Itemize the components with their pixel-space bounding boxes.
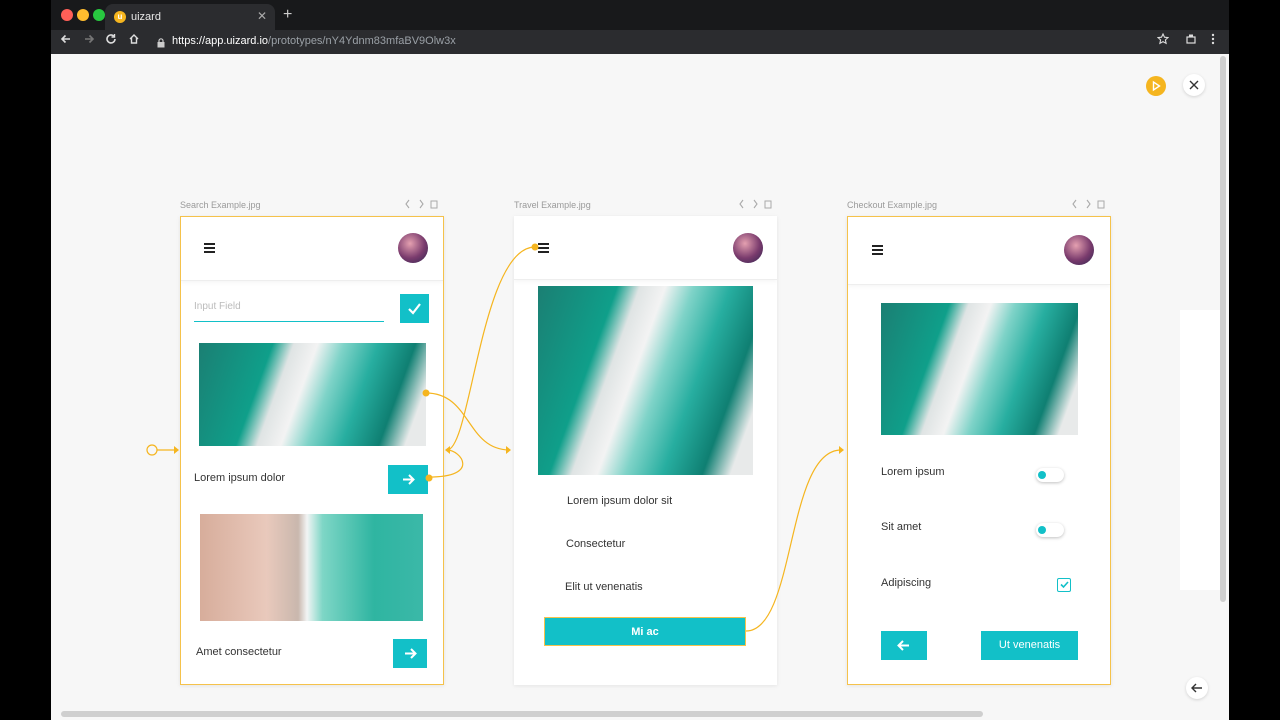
- minimize-window-button[interactable]: [77, 9, 89, 21]
- tab-strip: u uizard ✕ +: [51, 0, 1229, 30]
- back-button[interactable]: [881, 631, 927, 660]
- tab-title: uizard: [131, 11, 161, 23]
- frame-tools: [1072, 199, 1106, 212]
- input-field-placeholder: Input Field: [194, 301, 241, 312]
- url-host: https://app.uizard.io: [172, 35, 269, 47]
- arrow-left-icon: [897, 640, 909, 651]
- back-arrow-icon[interactable]: [60, 33, 72, 48]
- list-item[interactable]: Lorem ipsum dolor sit: [567, 495, 672, 507]
- url-path: /prototypes/nY4Ydnm83mfaBV9Olw3x: [268, 35, 456, 47]
- checkbox-label: Adipiscing: [881, 577, 932, 589]
- submit-button[interactable]: [400, 294, 429, 323]
- item-label: Amet consectetur: [196, 646, 282, 658]
- browser-tab[interactable]: u uizard ✕: [105, 4, 275, 30]
- close-prototype-button[interactable]: [1183, 74, 1205, 96]
- ut-venenatis-button[interactable]: Ut venenatis: [981, 631, 1078, 660]
- navigation-bar: https://app.uizard.io/prototypes/nY4Ydnm…: [51, 30, 1229, 54]
- frame-travel-example[interactable]: Lorem ipsum dolor sit Consectetur Elit u…: [514, 216, 777, 685]
- play-prototype-button[interactable]: [1146, 76, 1166, 96]
- frame-tools: [739, 199, 773, 212]
- hamburger-menu-icon[interactable]: [204, 243, 215, 253]
- screen: u uizard ✕ + https://app.uizard.io/proto: [0, 0, 1280, 720]
- maximize-window-button[interactable]: [93, 9, 105, 21]
- arrow-right-button[interactable]: [393, 639, 427, 668]
- sea-image: [538, 286, 753, 475]
- uizard-favicon-icon: u: [114, 11, 126, 23]
- hamburger-menu-icon[interactable]: [872, 245, 883, 255]
- frame-tools: [405, 199, 439, 212]
- arrow-right-button[interactable]: [388, 465, 428, 494]
- frame-search-example[interactable]: Input Field Lorem ipsum dolor Amet conse…: [180, 216, 444, 685]
- start-node-icon: [146, 444, 158, 456]
- arrow-right-icon: [403, 474, 415, 485]
- avatar[interactable]: [733, 233, 763, 263]
- app-header: [181, 217, 443, 281]
- frame-label: Travel Example.jpg: [514, 200, 591, 210]
- hamburger-menu-icon[interactable]: [538, 243, 549, 253]
- mi-ac-button[interactable]: Mi ac: [544, 617, 746, 646]
- app-header: [848, 217, 1110, 285]
- toggle-switch[interactable]: [1036, 523, 1064, 537]
- reload-icon[interactable]: [105, 33, 117, 48]
- back-arrow-icon: [1191, 683, 1202, 693]
- sea-image: [199, 343, 426, 446]
- vertical-scrollbar[interactable]: [1220, 56, 1226, 602]
- horizontal-scrollbar[interactable]: [61, 711, 983, 717]
- toggle-switch[interactable]: [1036, 468, 1064, 482]
- item-label: Lorem ipsum dolor: [194, 472, 286, 484]
- play-icon: [1152, 80, 1161, 92]
- app-header: [514, 216, 777, 280]
- sea-image: [881, 303, 1078, 435]
- tab-close-icon[interactable]: ✕: [257, 9, 267, 23]
- next-frame-preview: [1180, 310, 1220, 590]
- input-field[interactable]: [194, 321, 384, 322]
- close-window-button[interactable]: [61, 9, 73, 21]
- list-item[interactable]: Consectetur: [566, 538, 625, 550]
- frame-label: Checkout Example.jpg: [847, 200, 938, 210]
- address-bar[interactable]: https://app.uizard.io/prototypes/nY4Ydnm…: [172, 35, 456, 47]
- browser-chrome: u uizard ✕ + https://app.uizard.io/proto: [51, 0, 1229, 54]
- home-icon[interactable]: [128, 33, 140, 48]
- toggle-label: Sit amet: [881, 521, 922, 533]
- close-icon: [1189, 80, 1199, 90]
- avatar[interactable]: [398, 233, 428, 263]
- arrow-right-icon: [405, 648, 417, 659]
- beach-image: [200, 514, 423, 621]
- menu-kebab-icon[interactable]: [1211, 33, 1215, 48]
- check-icon: [1059, 581, 1069, 589]
- prototype-canvas[interactable]: Search Example.jpg Input Field Lorem ips…: [51, 54, 1229, 720]
- frame-checkout-example[interactable]: Lorem ipsum Sit amet Adipiscing Ut venen…: [847, 216, 1111, 685]
- list-item[interactable]: Elit ut venenatis: [565, 581, 643, 593]
- lock-icon: [157, 35, 165, 48]
- extension-icon[interactable]: [1185, 33, 1197, 48]
- forward-arrow-icon[interactable]: [83, 33, 95, 48]
- new-tab-icon[interactable]: +: [283, 6, 292, 24]
- frame-label: Search Example.jpg: [180, 200, 261, 210]
- avatar[interactable]: [1064, 235, 1094, 265]
- checkbox[interactable]: [1057, 578, 1071, 592]
- bookmark-star-icon[interactable]: [1156, 32, 1170, 48]
- check-icon: [408, 303, 421, 315]
- back-button[interactable]: [1186, 677, 1208, 699]
- toggle-label: Lorem ipsum: [881, 466, 945, 478]
